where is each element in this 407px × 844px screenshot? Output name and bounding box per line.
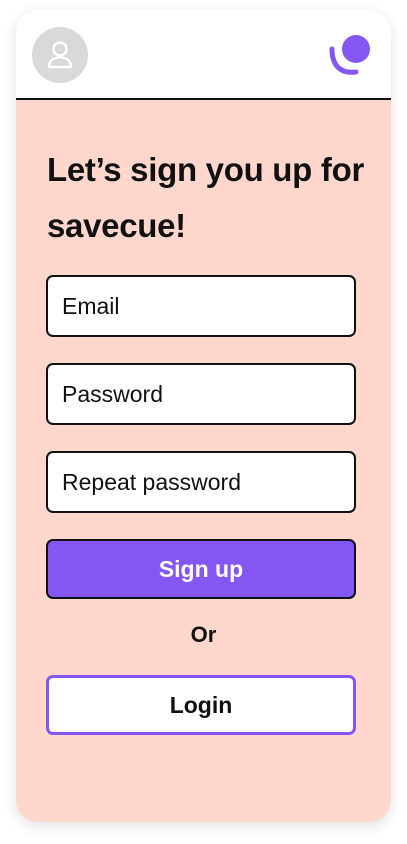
email-input[interactable] xyxy=(48,277,354,335)
page-title: Let’s sign you up for savecue! xyxy=(47,151,364,244)
login-button[interactable]: Login xyxy=(46,675,356,735)
signup-button[interactable]: Sign up xyxy=(46,539,356,599)
user-icon xyxy=(47,41,73,69)
repeat-password-input[interactable] xyxy=(48,453,354,511)
savecue-logo-icon xyxy=(329,35,370,75)
repeat-password-field[interactable] xyxy=(46,451,356,513)
profile-avatar[interactable] xyxy=(32,27,88,83)
password-input[interactable] xyxy=(48,365,354,423)
signup-card: Let’s sign you up for savecue! Sign up O… xyxy=(16,10,391,822)
or-divider-text: Or xyxy=(190,622,217,647)
app-header xyxy=(16,10,391,100)
password-field[interactable] xyxy=(46,363,356,425)
email-field[interactable] xyxy=(46,275,356,337)
